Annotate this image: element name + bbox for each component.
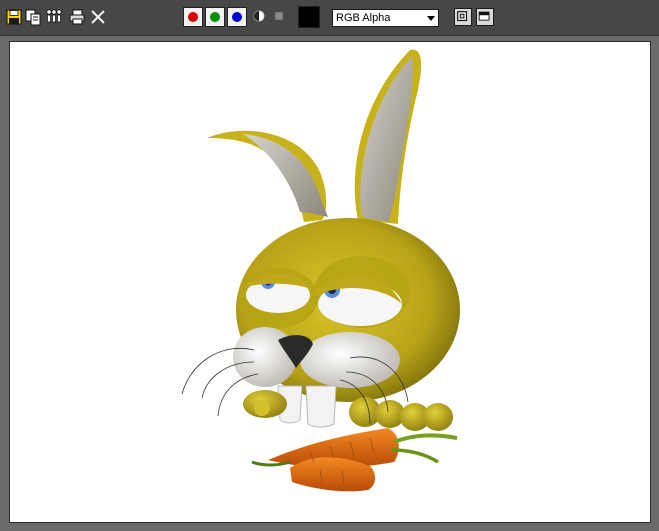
- blue-channel-button[interactable]: [227, 7, 247, 27]
- background-color-swatch[interactable]: [298, 6, 320, 28]
- rendered-image: [181, 49, 460, 492]
- left-ear: [207, 130, 328, 222]
- display-window-icon[interactable]: [476, 8, 494, 26]
- green-channel-button[interactable]: [205, 7, 225, 27]
- render-frame-toolbar: RGB Alpha: [0, 0, 659, 36]
- blue-channel-icon: [232, 12, 242, 22]
- display-channel-value: RGB Alpha: [336, 12, 391, 24]
- monochrome-icon[interactable]: [252, 9, 266, 23]
- print-icon[interactable]: [68, 8, 86, 26]
- split-view-icon[interactable]: [454, 8, 472, 26]
- red-channel-icon: [188, 12, 198, 22]
- display-channel-select[interactable]: RGB Alpha: [332, 9, 439, 27]
- chevron-down-icon: [427, 16, 435, 21]
- render-viewport: [9, 41, 651, 523]
- save-icon[interactable]: [5, 8, 23, 26]
- carrots: [251, 428, 458, 492]
- copy-icon[interactable]: [24, 8, 42, 26]
- green-channel-icon: [210, 12, 220, 22]
- clear-icon[interactable]: [89, 8, 107, 26]
- clear-channel-icon[interactable]: [273, 10, 285, 22]
- teeth: [277, 385, 337, 428]
- red-channel-button[interactable]: [183, 7, 203, 27]
- clone-frame-icon[interactable]: [45, 8, 63, 26]
- right-ear: [354, 49, 422, 224]
